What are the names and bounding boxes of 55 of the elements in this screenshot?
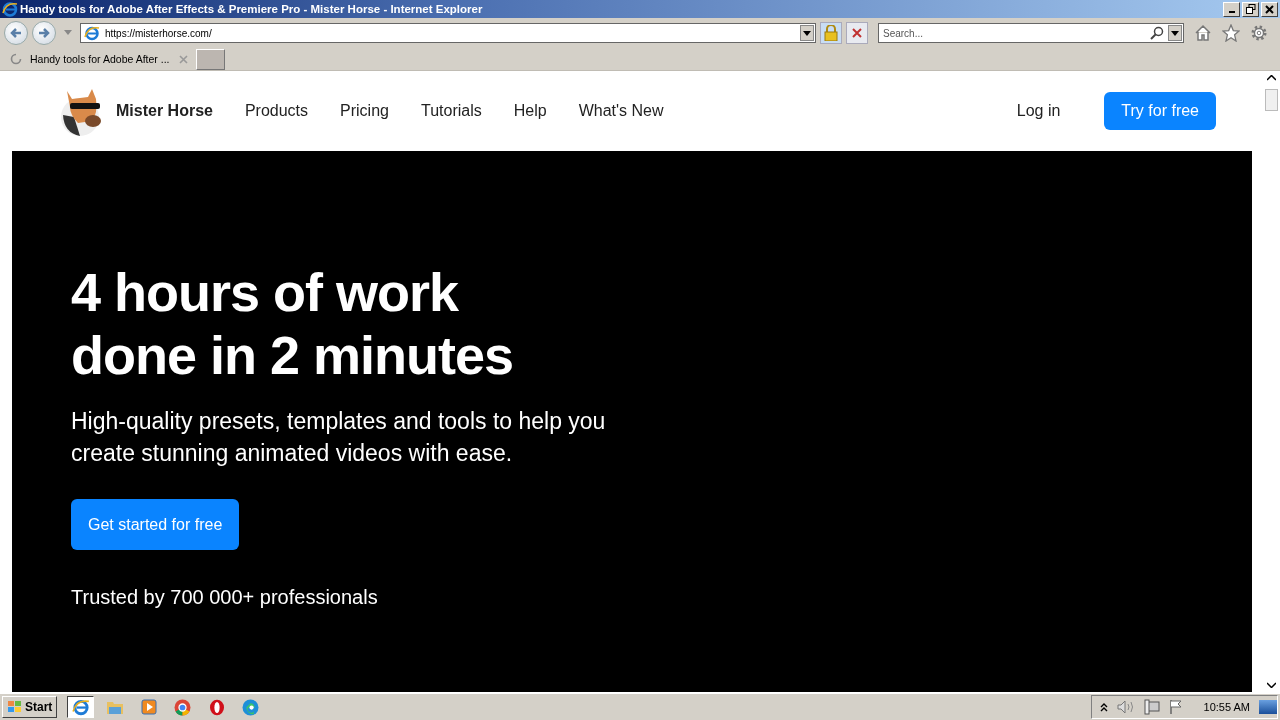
try-free-button[interactable]: Try for free <box>1104 92 1216 130</box>
stop-icon[interactable] <box>846 22 868 44</box>
headline-line: done in 2 minutes <box>71 324 515 387</box>
scrollbar-thumb[interactable] <box>1265 89 1278 111</box>
folder-icon <box>105 699 124 715</box>
show-desktop-button[interactable] <box>1259 700 1277 714</box>
new-tab-button[interactable] <box>196 48 225 70</box>
flag-icon[interactable] <box>1168 699 1183 715</box>
start-button[interactable]: Start <box>2 696 58 718</box>
browser-e-icon <box>71 698 90 716</box>
chevron-up-icon[interactable] <box>1099 702 1108 712</box>
loading-spinner-icon <box>10 53 22 65</box>
settings-icon[interactable] <box>1250 24 1268 42</box>
restore-button[interactable] <box>1242 1 1259 17</box>
chrome-logo-icon <box>174 698 192 716</box>
clock[interactable]: 10:55 AM <box>1203 701 1250 713</box>
brand-name[interactable]: Mister Horse <box>116 102 213 120</box>
scroll-down-icon[interactable] <box>1267 682 1276 688</box>
search-field[interactable]: Search... <box>878 23 1184 43</box>
address-bar[interactable]: https://misterhorse.com/ <box>80 23 816 43</box>
headline-line: 4 hours of work <box>71 261 460 324</box>
restore-icon <box>1245 4 1256 14</box>
dropdown-icon[interactable] <box>64 30 72 36</box>
login-link[interactable]: Log in <box>1016 102 1061 120</box>
search-icon[interactable] <box>1150 26 1164 40</box>
edge-logo-icon <box>242 698 260 716</box>
nav-link[interactable]: Tutorials <box>420 102 482 120</box>
nav-link[interactable]: Pricing <box>340 102 389 120</box>
forward-button[interactable] <box>32 21 56 45</box>
play-icon <box>140 699 157 715</box>
minimize-button[interactable] <box>1223 1 1240 17</box>
search-dropdown-icon[interactable] <box>1168 25 1182 41</box>
nav-link[interactable]: What's New <box>578 102 664 120</box>
close-button[interactable] <box>1261 1 1278 17</box>
lock-icon[interactable] <box>820 22 842 44</box>
get-started-button[interactable]: Get started for free <box>71 499 240 550</box>
page-icon <box>84 25 100 41</box>
window-title: Handy tools for Adobe After Effects & Premiere Pro - Mister Horse - Internet Explorer <box>20 3 483 15</box>
close-icon <box>1265 4 1274 14</box>
nav-link[interactable]: Help <box>513 102 547 120</box>
taskbar-app[interactable] <box>67 696 95 718</box>
trusted-text: Trusted by 700 000+ professionals <box>71 586 379 609</box>
scroll-up-icon[interactable] <box>1267 75 1276 81</box>
opera-logo-icon <box>208 698 225 716</box>
star-icon[interactable] <box>1222 24 1240 42</box>
address-dropdown-icon[interactable] <box>800 25 814 41</box>
speaker-icon[interactable] <box>1116 700 1135 714</box>
back-button[interactable] <box>4 21 28 45</box>
url-text: https://misterhorse.com/ <box>105 27 213 39</box>
home-icon[interactable] <box>1194 24 1212 42</box>
network-icon[interactable] <box>1143 699 1160 715</box>
windows-logo-icon <box>7 700 23 714</box>
hero-subtitle: High-quality presets, templates and tools to help you create stunning animated videos with ease. <box>71 407 607 468</box>
nav-link[interactable]: Products <box>244 102 309 120</box>
browser-logo-icon <box>2 1 18 17</box>
